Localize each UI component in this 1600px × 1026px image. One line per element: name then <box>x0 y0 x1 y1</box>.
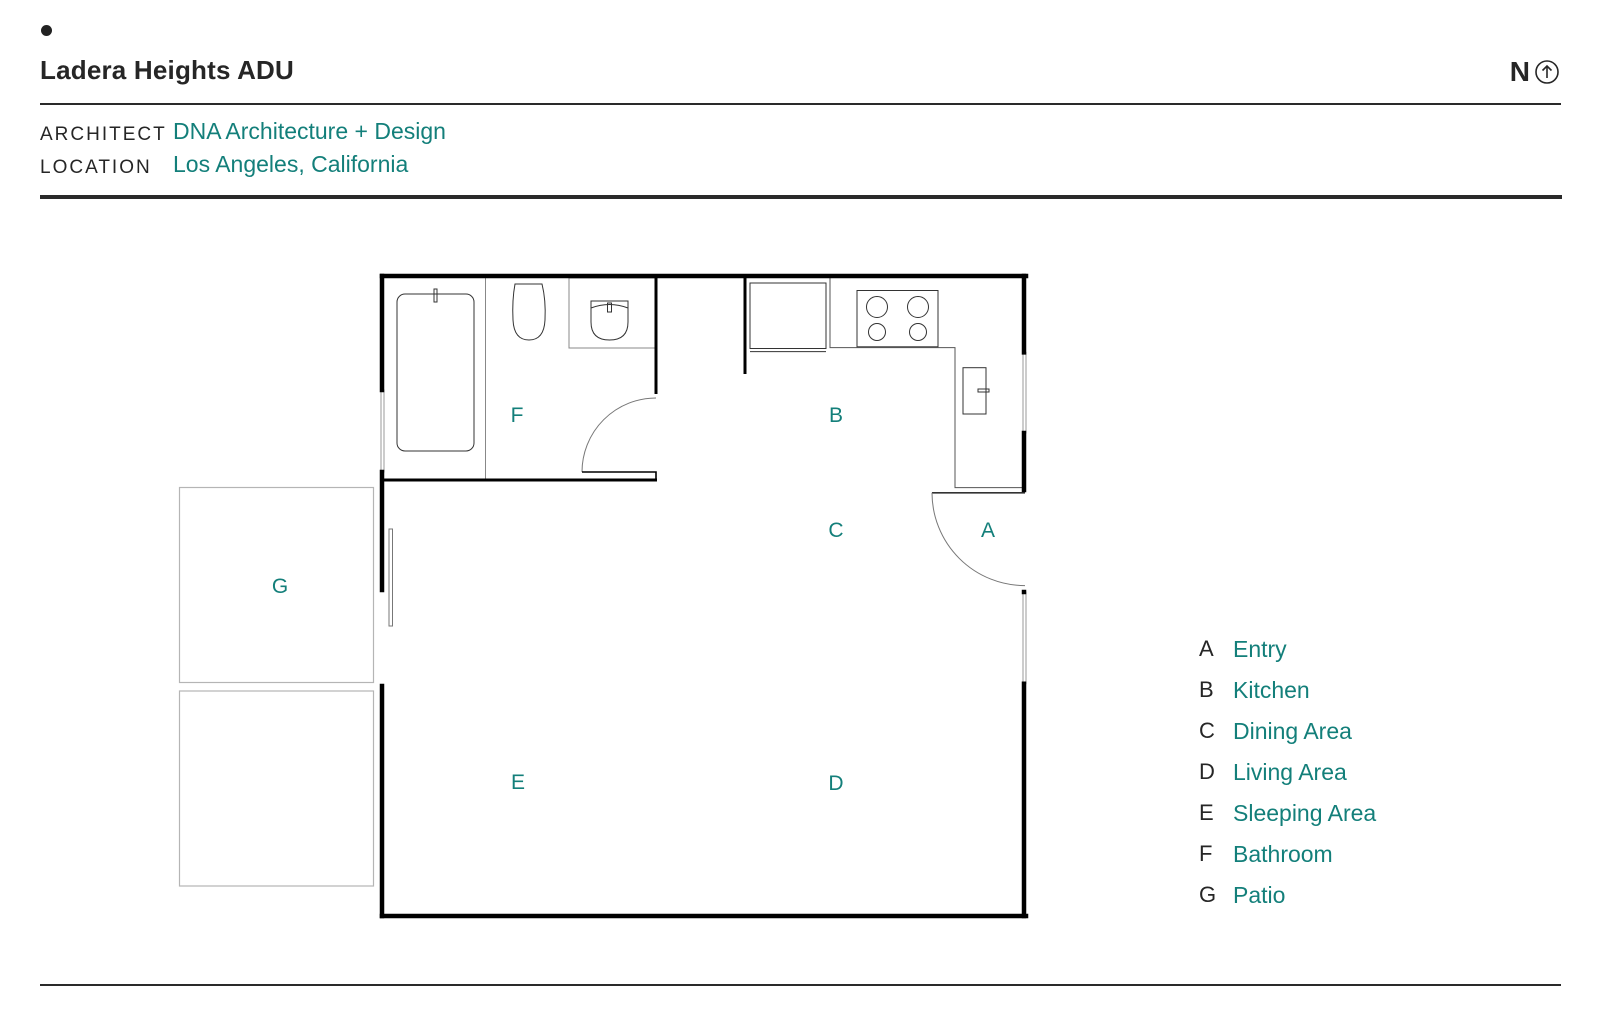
burner <box>868 323 886 341</box>
burner <box>909 323 927 341</box>
bathtub <box>396 293 475 452</box>
legend-key: G <box>1199 882 1217 907</box>
legend-key: B <box>1199 677 1214 702</box>
walls <box>379 273 1029 919</box>
room-label-b: B <box>829 404 843 427</box>
legend-key: F <box>1199 841 1213 866</box>
legend-name: Patio <box>1233 882 1286 908</box>
fixtures <box>388 277 1026 627</box>
bathroom-sink <box>590 300 629 341</box>
floor-plan: F B C A G E D <box>178 273 1029 919</box>
kitchen-faucet <box>977 388 990 393</box>
window-kitchen <box>1022 351 1027 434</box>
window-living <box>1022 591 1027 685</box>
room-label-d: D <box>828 772 843 795</box>
bathroom-door-swing <box>581 397 657 473</box>
legend-key: A <box>1199 636 1214 661</box>
kitchen-counter <box>829 278 1022 489</box>
legend-name: Living Area <box>1233 759 1347 785</box>
legend-name: Entry <box>1233 636 1287 662</box>
room-label-f: F <box>511 404 524 427</box>
legend-name: Kitchen <box>1233 677 1310 703</box>
legend-key: C <box>1199 718 1215 743</box>
room-label-g: G <box>272 575 288 598</box>
interior-walls <box>382 276 747 482</box>
legend-name: Sleeping Area <box>1233 800 1377 826</box>
patio <box>178 486 375 887</box>
patio-tile-lower <box>178 690 375 887</box>
windows <box>380 351 1027 685</box>
refrigerator <box>749 282 827 349</box>
room-label-e: E <box>511 771 525 794</box>
window-bath <box>380 389 385 473</box>
legend-key: E <box>1199 800 1214 825</box>
room-label-a: A <box>981 519 995 542</box>
toilet <box>512 283 546 341</box>
legend-key: D <box>1199 759 1215 784</box>
vanity-counter <box>568 277 656 349</box>
entry-door-swing <box>931 492 1026 587</box>
kitchen-sink <box>962 367 987 415</box>
burner <box>907 296 929 318</box>
room-label-c: C <box>828 519 843 542</box>
cooktop <box>856 290 939 348</box>
footer-divider <box>40 984 1561 986</box>
legend-name: Dining Area <box>1233 718 1352 744</box>
legend-name: Bathroom <box>1233 841 1333 867</box>
sliding-door <box>388 528 393 627</box>
bathtub-faucet <box>433 288 438 303</box>
burner <box>866 296 888 318</box>
